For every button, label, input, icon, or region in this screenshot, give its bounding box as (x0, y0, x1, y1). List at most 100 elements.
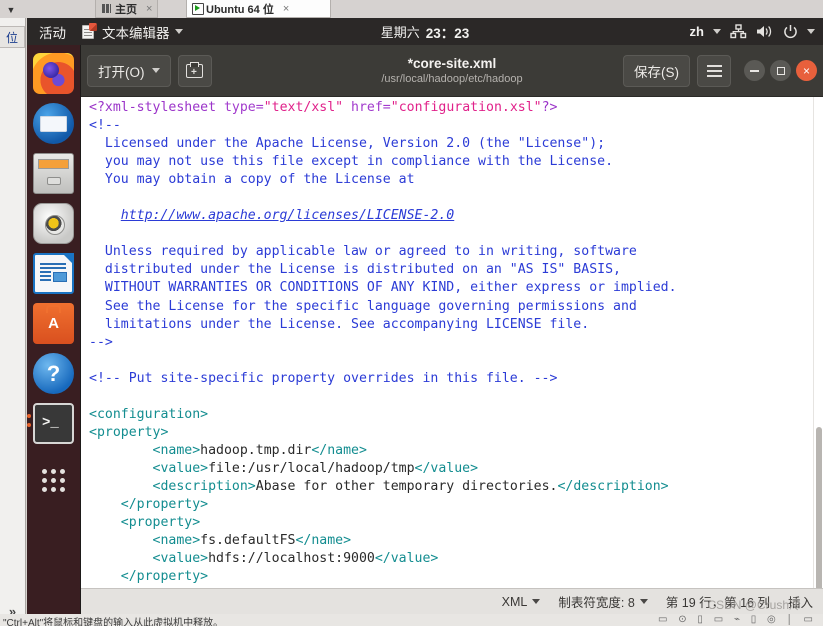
volume-icon (757, 26, 772, 37)
files-icon (33, 153, 74, 194)
libreoffice-writer-icon (33, 253, 74, 294)
menu-button[interactable] (697, 54, 731, 87)
activities-button[interactable]: 活动 (27, 22, 75, 42)
hamburger-menu-icon (706, 64, 722, 77)
firefox-icon (33, 53, 74, 94)
code-token-tag: </property> (120, 569, 209, 585)
dock-item-ubuntu-software[interactable]: A (33, 303, 74, 344)
code-token-tag: <name> (152, 442, 201, 458)
window-controls: × (744, 60, 817, 81)
dock-item-firefox[interactable] (33, 53, 74, 94)
ubuntu-software-icon: A (33, 303, 74, 344)
clock-time: 23：23 (425, 25, 470, 41)
code-line: <?xml-stylesheet type="text/xsl" href="c… (89, 99, 813, 117)
code-token-tag: <configuration> (89, 406, 209, 422)
save-as-button[interactable]: + (177, 54, 212, 87)
save-as-icon: + (186, 62, 203, 79)
close-button[interactable]: × (796, 60, 817, 81)
close-icon[interactable]: × (146, 3, 152, 15)
power-icon (784, 25, 797, 39)
dock-item-help[interactable] (33, 353, 74, 394)
dock-item-libreoffice-writer[interactable] (33, 253, 74, 294)
network-icon (730, 24, 747, 39)
code-token-lnk: http://www.apache.org/licenses/LICENSE-2… (120, 208, 455, 224)
code-token-tag: <property> (120, 515, 201, 531)
open-button-label: 打开(O) (98, 64, 145, 80)
minimize-button[interactable] (744, 60, 765, 81)
app-menu-button[interactable]: 文本编辑器 (75, 22, 189, 42)
code-text[interactable]: <?xml-stylesheet type="text/xsl" href="c… (81, 97, 813, 588)
code-token-tag: </property> (120, 497, 209, 513)
clock-day: 星期六 (380, 25, 420, 40)
dock-item-files[interactable] (33, 153, 74, 194)
code-line: <!-- Put site-specific property override… (89, 370, 813, 388)
chevron-down-icon (174, 29, 183, 34)
host-tab-label: Ubuntu 64 位 (206, 3, 274, 16)
code-line: <!-- (89, 117, 813, 135)
code-token-tag: <value> (152, 551, 209, 567)
scrollbar-thumb[interactable] (816, 427, 822, 588)
clock-button[interactable]: 星期六 23：23 (381, 22, 470, 42)
code-line: <value>hdfs://localhost:9000</value> (89, 550, 813, 568)
code-token-tag: <value> (152, 460, 209, 476)
host-tab-ubuntu[interactable]: Ubuntu 64 位 × (186, 0, 331, 18)
host-left-panel-label: 位 (0, 26, 25, 48)
code-token-txt: file:/usr/local/hadoop/tmp (208, 460, 415, 476)
input-language-indicator[interactable]: zh (690, 24, 704, 39)
language-selector[interactable]: XML (502, 595, 541, 609)
dock-item-show-applications[interactable] (33, 459, 74, 500)
code-token-txt: hadoop.tmp.dir (200, 442, 312, 458)
editor-area[interactable]: <?xml-stylesheet type="text/xsl" href="c… (81, 97, 823, 588)
code-line: distributed under the License is distrib… (89, 261, 813, 279)
code-token-tag: <property> (89, 424, 169, 440)
host-tab-home[interactable]: 主页 × (95, 0, 159, 18)
cursor-position: 第 19 行，第 16 列 (666, 592, 770, 611)
dock-item-thunderbird[interactable] (33, 103, 74, 144)
chevron-down-icon (532, 599, 541, 604)
code-line: limitations under the License. See accom… (89, 316, 813, 334)
code-line: <value>file:/usr/local/hadoop/tmp</value… (89, 460, 813, 478)
dock-item-rhythmbox[interactable] (33, 203, 74, 244)
code-token-tag: </description> (557, 478, 669, 494)
system-tray[interactable]: zh (690, 24, 815, 39)
code-token-cmt: --> (89, 334, 113, 350)
code-line: <name>hadoop.tmp.dir</name> (89, 442, 813, 460)
chevron-down-icon[interactable] (807, 29, 815, 34)
code-token-cmt: Licensed under the Apache License, Versi… (89, 136, 606, 152)
host-status-bar: "Ctrl+Alt"将鼠标和键盘的输入从此虚拟机中释放。 ▭ ⊙ ▯ ▭ ⌁ ▯… (0, 614, 823, 626)
maximize-button[interactable] (770, 60, 791, 81)
code-line: WITHOUT WARRANTIES OR CONDITIONS OF ANY … (89, 279, 813, 297)
grid-icon (101, 3, 112, 14)
code-token-attr: href= (351, 100, 391, 115)
code-token-tag: <description> (152, 478, 256, 494)
code-line: Licensed under the Apache License, Versi… (89, 135, 813, 153)
code-token-cmt (89, 208, 121, 223)
help-icon (33, 353, 74, 394)
code-token-pi: <?xml-stylesheet (89, 100, 224, 115)
code-token-tag: </value> (414, 460, 479, 476)
tab-width-selector[interactable]: 制表符宽度: 8 (558, 592, 648, 611)
page-title: *core-site.xml (407, 56, 497, 71)
code-line: You may obtain a copy of the License at (89, 171, 813, 189)
code-line: --> (89, 334, 813, 352)
thunderbird-icon (33, 103, 74, 144)
dock-item-terminal[interactable] (27, 403, 74, 444)
gedit-status-bar: XML 制表符宽度: 8 第 19 行，第 16 列 插入 CSDN @Crus… (81, 588, 823, 614)
close-icon[interactable]: × (283, 3, 289, 15)
code-token-txt: fs.defaultFS (200, 533, 296, 549)
save-button-label: 保存(S) (634, 64, 679, 80)
open-button[interactable]: 打开(O) (87, 54, 171, 87)
chevron-down-icon[interactable]: ▼ (2, 4, 20, 16)
code-token-cmt: you may not use this file except in comp… (89, 154, 614, 170)
vertical-scrollbar[interactable] (813, 97, 823, 588)
code-token-cmt: See the License for the specific languag… (89, 298, 637, 314)
code-token-cmt: You may obtain a copy of the License at (89, 172, 415, 188)
save-button[interactable]: 保存(S) (623, 54, 690, 87)
guest-desktop: 活动 文本编辑器 星期六 23：23 zh A ? >_ 打开(O) + *co… (27, 18, 823, 614)
